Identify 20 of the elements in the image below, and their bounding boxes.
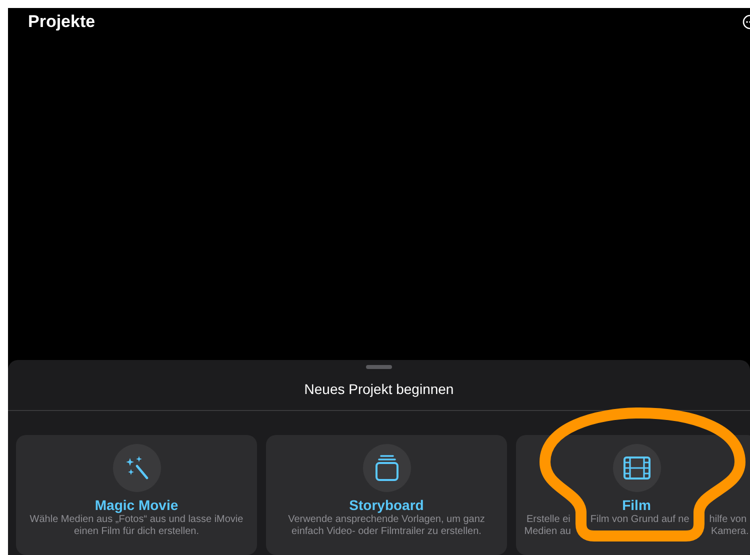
project-option-card[interactable]: Magic Movie Wähle Medien aus „Fotos“ aus und lasse iMovie einen Film für dich erstellen. bbox=[16, 435, 257, 555]
option-description: einen Film für dich erstellen. bbox=[74, 526, 200, 538]
film-strip-icon bbox=[622, 456, 650, 480]
option-description: hilfe von bbox=[709, 514, 747, 526]
option-description: Wähle Medien aus „Fotos“ aus und lasse iMovie bbox=[30, 514, 244, 526]
sheet-title: Neues Projekt beginnen bbox=[304, 380, 454, 399]
magic-wand-icon bbox=[124, 455, 150, 481]
option-title: Film bbox=[622, 496, 651, 514]
option-title: Magic Movie bbox=[94, 496, 178, 514]
sheet-handle[interactable] bbox=[366, 365, 392, 369]
page-title: Projekte bbox=[28, 11, 96, 34]
stacked-cards-icon bbox=[374, 454, 400, 482]
option-description: Film von Grund auf ne bbox=[590, 514, 690, 526]
option-description: Medien au bbox=[524, 526, 571, 538]
project-option-card[interactable]: Storyboard Verwende ansprechende Vorlagen, um ganz einfach Video- oder Filmtrailer zu erstellen. bbox=[266, 435, 507, 555]
option-description: einfach Video- oder Filmtrailer zu erstellen. bbox=[292, 526, 482, 538]
option-description: Erstelle ei bbox=[526, 514, 570, 526]
option-title: Storyboard bbox=[349, 496, 424, 514]
option-description: Kamera. bbox=[710, 526, 749, 538]
option-description: Verwende ansprechende Vorlagen, um ganz bbox=[288, 514, 485, 526]
